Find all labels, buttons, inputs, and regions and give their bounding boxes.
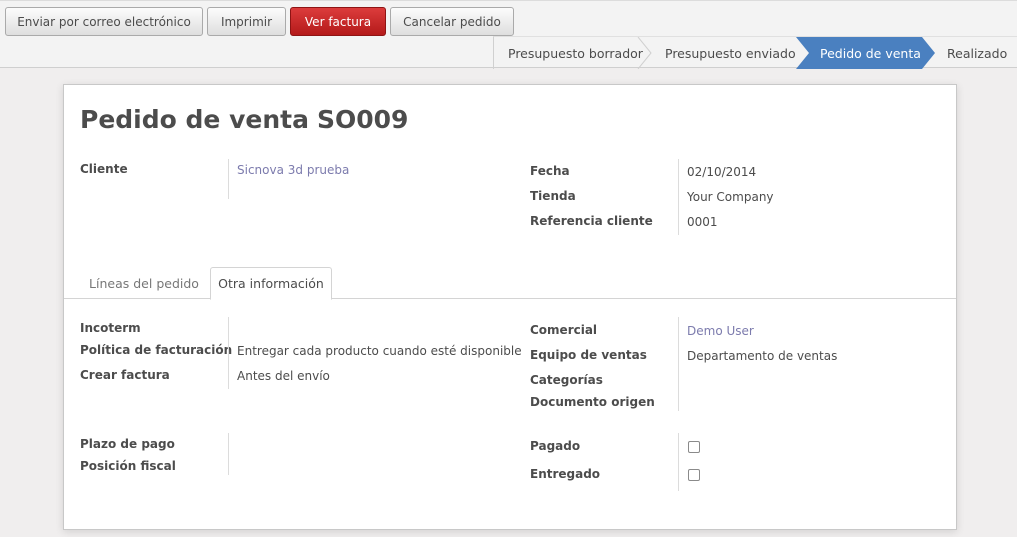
customer-reference-value: 0001 — [687, 215, 718, 229]
field-divider — [228, 317, 229, 389]
shop-value: Your Company — [687, 190, 774, 204]
delivered-checkbox[interactable] — [688, 469, 700, 481]
order-number: SO009 — [316, 105, 409, 134]
salesperson-label: Comercial — [530, 323, 598, 337]
sales-team-label: Equipo de ventas — [530, 348, 647, 362]
billing-policy-value: Entregar cada producto cuando esté dispo… — [237, 344, 522, 358]
stage-done[interactable]: Realizado — [947, 37, 1007, 69]
stage-quotation-sent[interactable]: Presupuesto enviado — [665, 37, 796, 69]
status-bar: Presupuesto borrador Presupuesto enviado… — [493, 36, 1017, 69]
cancel-order-button[interactable]: Cancelar pedido — [390, 7, 514, 36]
notebook-tabs: Líneas del pedido Otra información — [64, 267, 956, 300]
send-email-button[interactable]: Enviar por correo electrónico — [5, 7, 203, 36]
shop-label: Tienda — [530, 189, 576, 203]
sales-team-value: Departamento de ventas — [687, 349, 838, 363]
paid-label: Pagado — [530, 439, 581, 453]
form-sheet: Pedido de venta SO009 Cliente Sicnova 3d … — [63, 84, 957, 530]
date-value: 02/10/2014 — [687, 165, 757, 179]
source-document-label: Documento origen — [530, 395, 655, 409]
field-divider — [228, 159, 229, 199]
categories-label: Categorías — [530, 373, 603, 387]
customer-link[interactable]: Sicnova 3d prueba — [237, 163, 349, 177]
field-divider — [678, 433, 679, 491]
payment-term-label: Plazo de pago — [80, 437, 175, 451]
title-prefix: Pedido de venta — [80, 105, 309, 134]
field-divider — [228, 433, 229, 475]
stage-sales-order[interactable]: Pedido de venta — [820, 37, 921, 69]
field-divider — [678, 317, 679, 411]
fiscal-position-label: Posición fiscal — [80, 459, 176, 473]
date-label: Fecha — [530, 164, 570, 178]
billing-policy-label: Política de facturación — [80, 343, 233, 357]
action-toolbar: Enviar por correo electrónico Imprimir V… — [0, 0, 1017, 69]
tab-order-lines[interactable]: Líneas del pedido — [80, 267, 208, 299]
incoterm-label: Incoterm — [80, 321, 141, 335]
stage-draft-quotation[interactable]: Presupuesto borrador — [508, 37, 643, 69]
view-invoice-button[interactable]: Ver factura — [290, 7, 386, 36]
salesperson-link[interactable]: Demo User — [687, 324, 754, 338]
customer-reference-label: Referencia cliente — [530, 214, 653, 228]
customer-label: Cliente — [80, 162, 128, 176]
paid-checkbox[interactable] — [688, 441, 700, 453]
field-divider — [678, 159, 679, 235]
delivered-label: Entregado — [530, 467, 601, 481]
page-title: Pedido de venta SO009 — [80, 105, 408, 134]
create-invoice-value: Antes del envío — [237, 369, 330, 383]
create-invoice-label: Crear factura — [80, 368, 170, 382]
tab-other-info[interactable]: Otra información — [210, 267, 332, 300]
print-button[interactable]: Imprimir — [207, 7, 286, 36]
